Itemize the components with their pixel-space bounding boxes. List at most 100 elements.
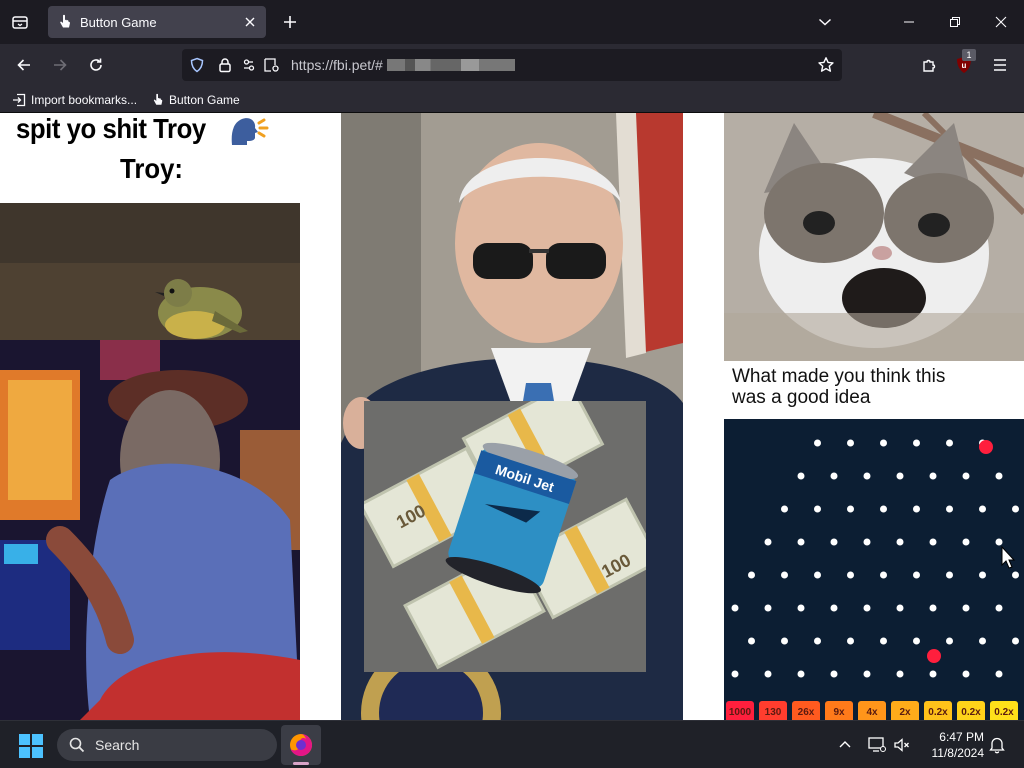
tab-overflow-button[interactable] bbox=[802, 0, 848, 44]
plinko-peg bbox=[863, 670, 871, 678]
plinko-peg bbox=[913, 439, 920, 447]
bookmarks-toolbar: Import bookmarks... Button Game bbox=[0, 86, 1024, 113]
meme-text-image: spit yo shit Troy Troy: bbox=[0, 113, 300, 203]
plinko-peg bbox=[814, 505, 821, 513]
plinko-peg bbox=[1012, 571, 1019, 579]
close-icon bbox=[995, 16, 1007, 28]
meme-caption-line2: Troy: bbox=[120, 153, 183, 184]
chevron-down-icon bbox=[818, 18, 832, 26]
site-security-button[interactable] bbox=[215, 55, 235, 75]
url-bar[interactable]: https://fbi.pet/# bbox=[182, 49, 842, 81]
arrow-left-icon bbox=[17, 59, 30, 71]
plinko-peg bbox=[946, 505, 953, 513]
bookmark-star-button[interactable] bbox=[816, 55, 836, 75]
cat-caption-line2: was a good idea bbox=[732, 387, 871, 408]
shield-icon bbox=[190, 57, 204, 73]
show-hidden-icons-button[interactable] bbox=[834, 734, 856, 756]
volume-button[interactable] bbox=[891, 734, 913, 756]
speaker-muted-icon bbox=[894, 738, 909, 752]
close-tab-button[interactable] bbox=[240, 12, 260, 32]
notifications-button[interactable] bbox=[986, 734, 1008, 756]
plinko-multiplier-label: 1000 bbox=[729, 707, 752, 718]
plinko-multiplier-label: 0.2x bbox=[961, 707, 981, 718]
tracking-protection-button[interactable] bbox=[187, 55, 207, 75]
plinko-peg bbox=[1012, 505, 1019, 513]
bookmark-import[interactable]: Import bookmarks... bbox=[12, 91, 137, 109]
start-button[interactable] bbox=[18, 733, 44, 759]
active-app-indicator bbox=[293, 762, 309, 765]
plinko-multiplier-slot: 0.2x bbox=[990, 701, 1018, 720]
app-menu-button[interactable] bbox=[986, 51, 1014, 79]
network-status-button[interactable] bbox=[866, 734, 888, 756]
taskbar-clock[interactable]: 6:47 PM 11/8/2024 bbox=[922, 729, 985, 761]
plinko-peg bbox=[962, 472, 970, 480]
search-icon bbox=[69, 737, 85, 753]
url-text: https://fbi.pet/# bbox=[291, 57, 383, 73]
new-tab-button[interactable] bbox=[278, 10, 302, 34]
taskbar-search-box[interactable]: Search bbox=[57, 729, 277, 761]
plinko-peg bbox=[748, 637, 755, 645]
network-monitor-icon bbox=[868, 737, 886, 752]
lock-icon bbox=[219, 58, 231, 73]
permissions-button[interactable] bbox=[242, 55, 262, 75]
document-gear-icon bbox=[264, 58, 279, 72]
minimize-button[interactable] bbox=[886, 0, 932, 44]
forward-button[interactable] bbox=[46, 51, 74, 79]
plinko-peg bbox=[847, 439, 854, 447]
taskbar-firefox-button[interactable] bbox=[281, 725, 321, 765]
plinko-board[interactable]: 1000 130 26x 9x 4x 2x 0.2x 0.2x 0.2x bbox=[724, 419, 1024, 720]
back-button[interactable] bbox=[10, 51, 38, 79]
slot-machine-illustration bbox=[0, 340, 300, 720]
plinko-peg bbox=[880, 439, 887, 447]
meme-caption-line1: spit yo shit Troy bbox=[16, 113, 206, 144]
plinko-multiplier-label: 9x bbox=[833, 707, 845, 718]
plinko-peg bbox=[995, 670, 1003, 678]
cat-illustration bbox=[724, 113, 1024, 361]
plinko-peg bbox=[797, 604, 805, 612]
permissions-icon bbox=[243, 59, 255, 71]
close-window-button[interactable] bbox=[978, 0, 1024, 44]
plinko-multiplier-slot: 1000 bbox=[726, 701, 754, 720]
tab-manager-icon bbox=[12, 16, 28, 29]
plinko-peg bbox=[896, 604, 904, 612]
plinko-peg bbox=[962, 604, 970, 612]
list-all-tabs-button[interactable] bbox=[8, 10, 32, 34]
plinko-peg bbox=[731, 670, 739, 678]
tab-button-game[interactable]: Button Game bbox=[48, 6, 266, 38]
plinko-peg bbox=[748, 571, 755, 579]
extensions-button[interactable] bbox=[915, 51, 943, 79]
close-icon bbox=[245, 17, 255, 27]
page-content: spit yo shit Troy Troy: 100 100 Mobil Je… bbox=[0, 113, 1024, 720]
plinko-peg bbox=[797, 538, 805, 546]
plinko-peg bbox=[962, 670, 970, 678]
plinko-peg bbox=[764, 538, 772, 546]
bookmark-label: Button Game bbox=[169, 93, 240, 107]
import-icon bbox=[13, 93, 26, 107]
restore-icon bbox=[950, 17, 960, 27]
plinko-peg bbox=[797, 472, 805, 480]
pointer-hand-icon bbox=[60, 14, 70, 28]
plinko-peg bbox=[946, 439, 953, 447]
puzzle-piece-icon bbox=[923, 59, 936, 72]
reload-button[interactable] bbox=[82, 51, 110, 79]
plinko-peg bbox=[814, 637, 821, 645]
plinko-peg bbox=[781, 571, 788, 579]
plinko-multiplier-slot: 4x bbox=[858, 701, 886, 720]
plinko-peg bbox=[781, 505, 788, 513]
plinko-peg bbox=[979, 571, 986, 579]
restore-button[interactable] bbox=[932, 0, 978, 44]
plinko-peg bbox=[929, 472, 937, 480]
plinko-peg bbox=[962, 538, 970, 546]
cat-caption-line1: What made you think this bbox=[732, 366, 946, 387]
plinko-multiplier-label: 26x bbox=[798, 707, 815, 718]
bell-icon bbox=[989, 737, 1005, 754]
plinko-peg bbox=[863, 538, 871, 546]
cat-meme-caption: What made you think this was a good idea bbox=[724, 361, 1024, 413]
plinko-multiplier-slot: 0.2x bbox=[924, 701, 952, 720]
page-settings-button[interactable] bbox=[262, 55, 282, 75]
plinko-multiplier-label: 0.2x bbox=[928, 707, 948, 718]
bookmark-button-game[interactable]: Button Game bbox=[152, 91, 240, 109]
plinko-peg bbox=[913, 571, 920, 579]
chevron-up-icon bbox=[839, 741, 851, 748]
windows-taskbar: Search 6:47 PM 11/8/2024 bbox=[0, 720, 1024, 768]
